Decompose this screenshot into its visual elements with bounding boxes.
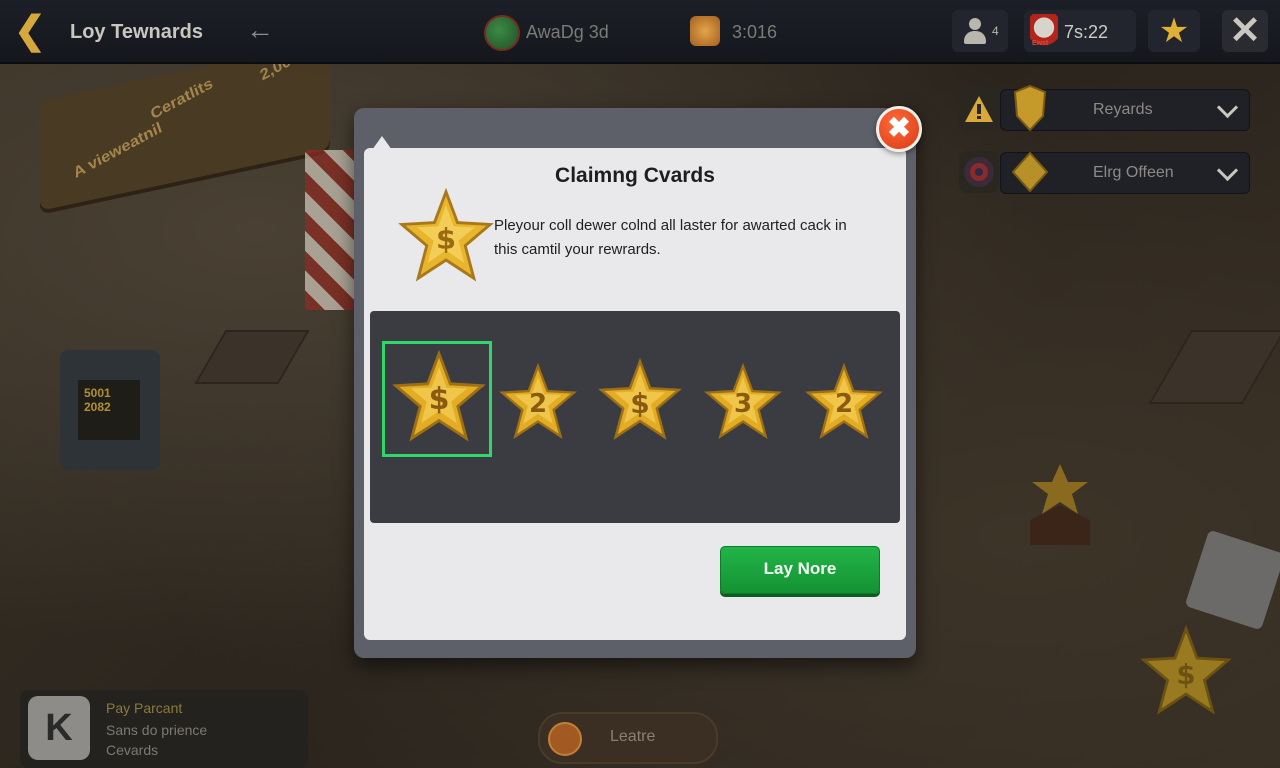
banner-subtext: A vieweatnil: [71, 119, 165, 182]
badge-icon: [1011, 151, 1049, 193]
house-icon: [548, 722, 582, 756]
gold-star-coin-icon: $: [398, 188, 494, 282]
shield-icon: [1013, 84, 1047, 132]
close-screen-button[interactable]: ✕: [1222, 10, 1268, 52]
reward-star[interactable]: $: [598, 357, 682, 442]
reward-star[interactable]: 2: [805, 362, 883, 442]
back-button[interactable]: ❮: [14, 10, 54, 52]
reward-label: 2: [834, 389, 854, 419]
target-icon: [959, 151, 999, 193]
banner-text: Ceratlits: [148, 75, 215, 124]
timer-caption: Ewst: [1032, 40, 1049, 47]
reward-star[interactable]: $: [392, 349, 486, 444]
close-icon: ✕: [1229, 10, 1261, 52]
arrow-left-icon[interactable]: ←: [246, 14, 274, 46]
modal-title: Claimng Cvards: [555, 164, 715, 187]
dropdown-label: Reyards: [1093, 101, 1153, 118]
machine-screen: 5001 2082: [78, 380, 140, 440]
striped-pillar: [305, 150, 355, 310]
close-icon: ✖: [887, 112, 911, 143]
top-bar: ❮ Loy Tewnards ← AwaDg 3d 3:016 4 Ewst 7…: [0, 0, 1280, 64]
star-icon: ★: [1158, 12, 1190, 50]
friends-button[interactable]: 4: [952, 10, 1008, 52]
claim-button[interactable]: Lay Nore: [720, 546, 880, 594]
person-icon: [964, 18, 986, 44]
modal-close-button[interactable]: ✖: [876, 106, 922, 152]
reward-label: $: [630, 387, 650, 420]
chevron-down-icon: [1216, 96, 1239, 119]
offers-dropdown[interactable]: Elrg Offeen: [959, 151, 1250, 194]
rewards-dropdown[interactable]: Reyards: [959, 84, 1250, 132]
star-coin-icon: $: [1140, 625, 1232, 715]
info-card[interactable]: K Pay Parcant Sans do prience Cevards: [20, 690, 308, 768]
svg-text:$: $: [1176, 658, 1195, 691]
event-timer[interactable]: Ewst 7s:22: [1024, 10, 1136, 52]
modal-description: Pleyour coll dewer colnd all laster for …: [494, 217, 847, 258]
friends-count: 4: [992, 24, 999, 38]
favorites-button[interactable]: ★: [1148, 10, 1200, 52]
reward-label: $: [428, 382, 450, 417]
reward-label: 2: [528, 389, 548, 419]
reward-star[interactable]: 3: [704, 362, 782, 442]
info-card-title: Pay Parcant: [106, 700, 183, 716]
timer-value: 7s:22: [1064, 22, 1109, 42]
warning-icon: [959, 88, 999, 130]
page-title: Loy Tewnards: [70, 21, 203, 43]
reward-label: 3: [733, 389, 753, 419]
coin-icon: [690, 16, 720, 46]
leaderboard-button[interactable]: Leatre: [538, 712, 718, 764]
chevron-down-icon: [1216, 159, 1239, 182]
coin-balance: 3:016: [732, 22, 778, 42]
dropdown-label: Elrg Offeen: [1093, 164, 1174, 181]
background-machine: 5001 2082: [60, 350, 160, 470]
info-card-line: Sans do prience: [106, 722, 208, 738]
svg-text:$: $: [436, 221, 456, 255]
reward-star[interactable]: 2: [499, 362, 577, 442]
player-avatar[interactable]: [484, 15, 520, 51]
k-logo-icon: K: [28, 696, 90, 760]
info-card-line: Cevards: [106, 742, 159, 758]
player-name: AwaDg 3d: [526, 22, 609, 42]
chevron-left-icon: ❮: [14, 10, 46, 52]
leaderboard-label: Leatre: [610, 728, 656, 745]
chest-icon: [1030, 464, 1090, 545]
